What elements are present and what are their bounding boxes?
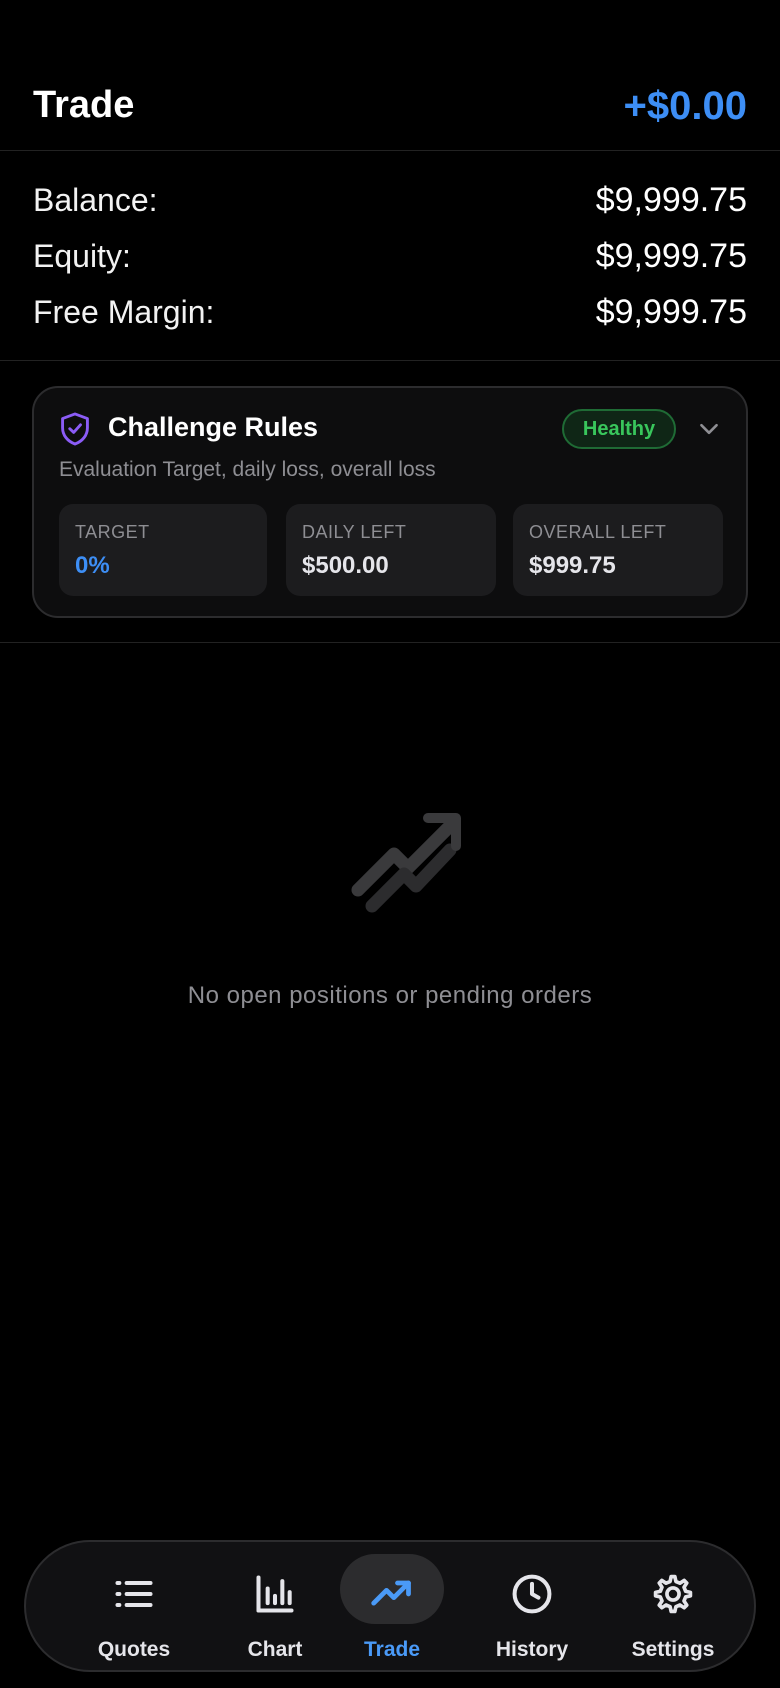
equity-row: Equity: $9,999.75 (33, 228, 747, 284)
tab-quotes-label: Quotes (97, 1638, 171, 1661)
tab-history[interactable]: History (462, 1542, 602, 1670)
floating-pnl: +$0.00 (623, 84, 747, 128)
section-divider (0, 642, 780, 643)
header: Trade +$0.00 (0, 0, 780, 151)
chevron-down-icon[interactable] (696, 416, 722, 442)
gear-icon (653, 1574, 693, 1614)
free-margin-row: Free Margin: $9,999.75 (33, 284, 747, 340)
daily-left-stat: DAILY LEFT $500.00 (286, 504, 496, 596)
equity-value: $9,999.75 (595, 236, 747, 275)
trending-up-icon (371, 1580, 411, 1606)
status-badge: Healthy (562, 409, 676, 449)
tab-quotes[interactable]: Quotes (64, 1542, 204, 1670)
shield-check-icon (61, 412, 89, 446)
account-summary: Balance: $9,999.75 Equity: $9,999.75 Fre… (0, 151, 780, 361)
empty-state-text: No open positions or pending orders (187, 982, 593, 1009)
tab-history-label: History (495, 1638, 569, 1661)
tab-settings[interactable]: Settings (603, 1542, 743, 1670)
daily-left-label: DAILY LEFT (302, 522, 407, 542)
equity-label: Equity: (33, 237, 131, 274)
target-label: TARGET (75, 522, 150, 542)
free-margin-label: Free Margin: (33, 293, 215, 330)
target-value: 0% (75, 552, 110, 579)
bar-chart-icon (256, 1575, 294, 1613)
tab-bar: Quotes Chart Trade History Settings (24, 1540, 756, 1672)
free-margin-value: $9,999.75 (595, 292, 747, 331)
overall-left-stat: OVERALL LEFT $999.75 (513, 504, 723, 596)
balance-value: $9,999.75 (595, 180, 747, 219)
balance-row: Balance: $9,999.75 (33, 172, 747, 228)
overall-left-label: OVERALL LEFT (529, 522, 667, 542)
trending-up-icon (351, 813, 461, 913)
daily-left-value: $500.00 (302, 552, 389, 579)
challenge-rules-card[interactable]: Challenge Rules Healthy Evaluation Targe… (32, 386, 748, 618)
target-stat: TARGET 0% (59, 504, 267, 596)
list-icon (115, 1580, 153, 1608)
tab-trade-label: Trade (363, 1638, 421, 1661)
challenge-rules-title: Challenge Rules (108, 412, 319, 442)
overall-left-value: $999.75 (529, 552, 616, 579)
tab-trade[interactable]: Trade (322, 1542, 462, 1670)
balance-label: Balance: (33, 181, 158, 218)
challenge-rules-subtitle: Evaluation Target, daily loss, overall l… (59, 458, 436, 481)
page-title: Trade (33, 84, 135, 126)
tab-settings-label: Settings (631, 1638, 715, 1661)
clock-icon (512, 1574, 552, 1614)
